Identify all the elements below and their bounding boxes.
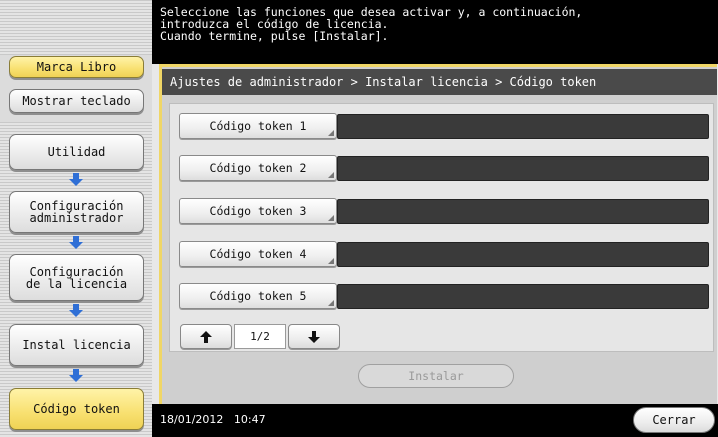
token-2-button[interactable]: Código token 2 <box>179 155 337 181</box>
instruction-message: Seleccione las funciones que desea activ… <box>152 0 718 64</box>
token-3-button[interactable]: Código token 3 <box>179 198 337 224</box>
token-row: Código token 1 <box>179 113 709 139</box>
token-row: Código token 5 <box>179 283 709 309</box>
token-2-field[interactable] <box>337 156 709 181</box>
token-list: Código token 1 Código token 2 Código tok… <box>169 103 714 352</box>
pager: 1/2 <box>180 324 340 350</box>
main-panel: Ajustes de administrador > Instalar lice… <box>159 64 717 404</box>
token-4-field[interactable] <box>337 242 709 267</box>
token-1-field[interactable] <box>337 114 709 139</box>
step-arrow-icon <box>69 236 83 249</box>
page-indicator: 1/2 <box>234 324 286 349</box>
token-5-field[interactable] <box>337 284 709 309</box>
token-row: Código token 3 <box>179 198 709 224</box>
step-arrow-icon <box>69 173 83 186</box>
step-instal-licencia-button[interactable]: Instal licencia <box>9 324 144 366</box>
token-3-field[interactable] <box>337 199 709 224</box>
step-configuracion-administrador-button[interactable]: Configuración administrador <box>9 191 144 233</box>
step-codigo-token-button[interactable]: Código token <box>9 388 144 430</box>
breadcrumb: Ajustes de administrador > Instalar lice… <box>162 69 717 95</box>
close-button[interactable]: Cerrar <box>633 407 715 433</box>
arrow-up-icon <box>200 330 212 343</box>
page-up-button[interactable] <box>180 324 232 349</box>
marca-libro-button[interactable]: Marca Libro <box>9 56 144 78</box>
step-configuracion-licencia-button[interactable]: Configuración de la licencia <box>9 254 144 301</box>
token-5-button[interactable]: Código token 5 <box>179 283 337 309</box>
step-arrow-icon <box>69 369 83 382</box>
token-4-button[interactable]: Código token 4 <box>179 241 337 267</box>
step-utilidad-button[interactable]: Utilidad <box>9 134 144 170</box>
token-row: Código token 4 <box>179 241 709 267</box>
arrow-down-icon <box>308 330 320 343</box>
install-button[interactable]: Instalar <box>358 364 514 388</box>
mostrar-teclado-button[interactable]: Mostrar teclado <box>9 89 144 113</box>
page-down-button[interactable] <box>288 324 340 349</box>
sidebar: Marca Libro Mostrar teclado Utilidad Con… <box>0 0 152 437</box>
token-row: Código token 2 <box>179 155 709 181</box>
sidebar-stripes-top <box>0 0 152 55</box>
date-time: 18/01/2012 10:47 <box>160 413 266 426</box>
status-bar: 18/01/2012 10:47 Cerrar <box>152 404 718 437</box>
step-arrow-icon <box>69 304 83 317</box>
token-1-button[interactable]: Código token 1 <box>179 113 337 139</box>
